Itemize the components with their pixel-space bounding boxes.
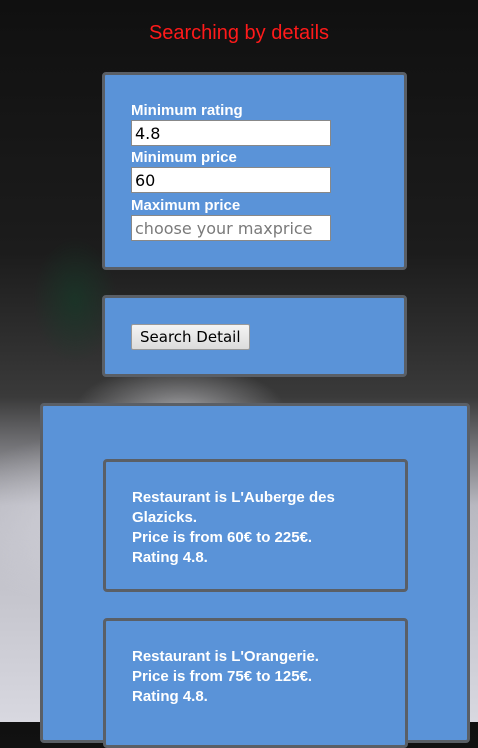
max-price-input[interactable] [131, 215, 331, 241]
page-title: Searching by details [148, 22, 330, 44]
max-price-label: Maximum price [131, 197, 241, 214]
result-card: Restaurant is L'Auberge des Glazicks. Pr… [103, 459, 408, 592]
result-price: Price is from 60€ to 225€. [132, 529, 313, 546]
filter-panel: Minimum rating Minimum price Maximum pri… [102, 72, 407, 270]
result-restaurant: Restaurant is L'Auberge des Glazicks. [132, 489, 335, 526]
min-rating-label: Minimum rating [131, 102, 243, 119]
result-restaurant: Restaurant is L'Orangerie. [132, 648, 319, 665]
result-rating: Rating 4.8. [132, 688, 208, 705]
min-rating-input[interactable] [131, 120, 331, 146]
result-price: Price is from 75€ to 125€. [132, 668, 313, 685]
search-panel: Search Detail [102, 295, 407, 377]
results-panel: Restaurant is L'Auberge des Glazicks. Pr… [40, 403, 470, 748]
result-card: Restaurant is L'Orangerie. Price is from… [103, 618, 408, 748]
min-price-label: Minimum price [131, 149, 237, 166]
min-price-input[interactable] [131, 167, 331, 193]
search-detail-button[interactable]: Search Detail [131, 324, 250, 350]
result-rating: Rating 4.8. [132, 549, 208, 566]
